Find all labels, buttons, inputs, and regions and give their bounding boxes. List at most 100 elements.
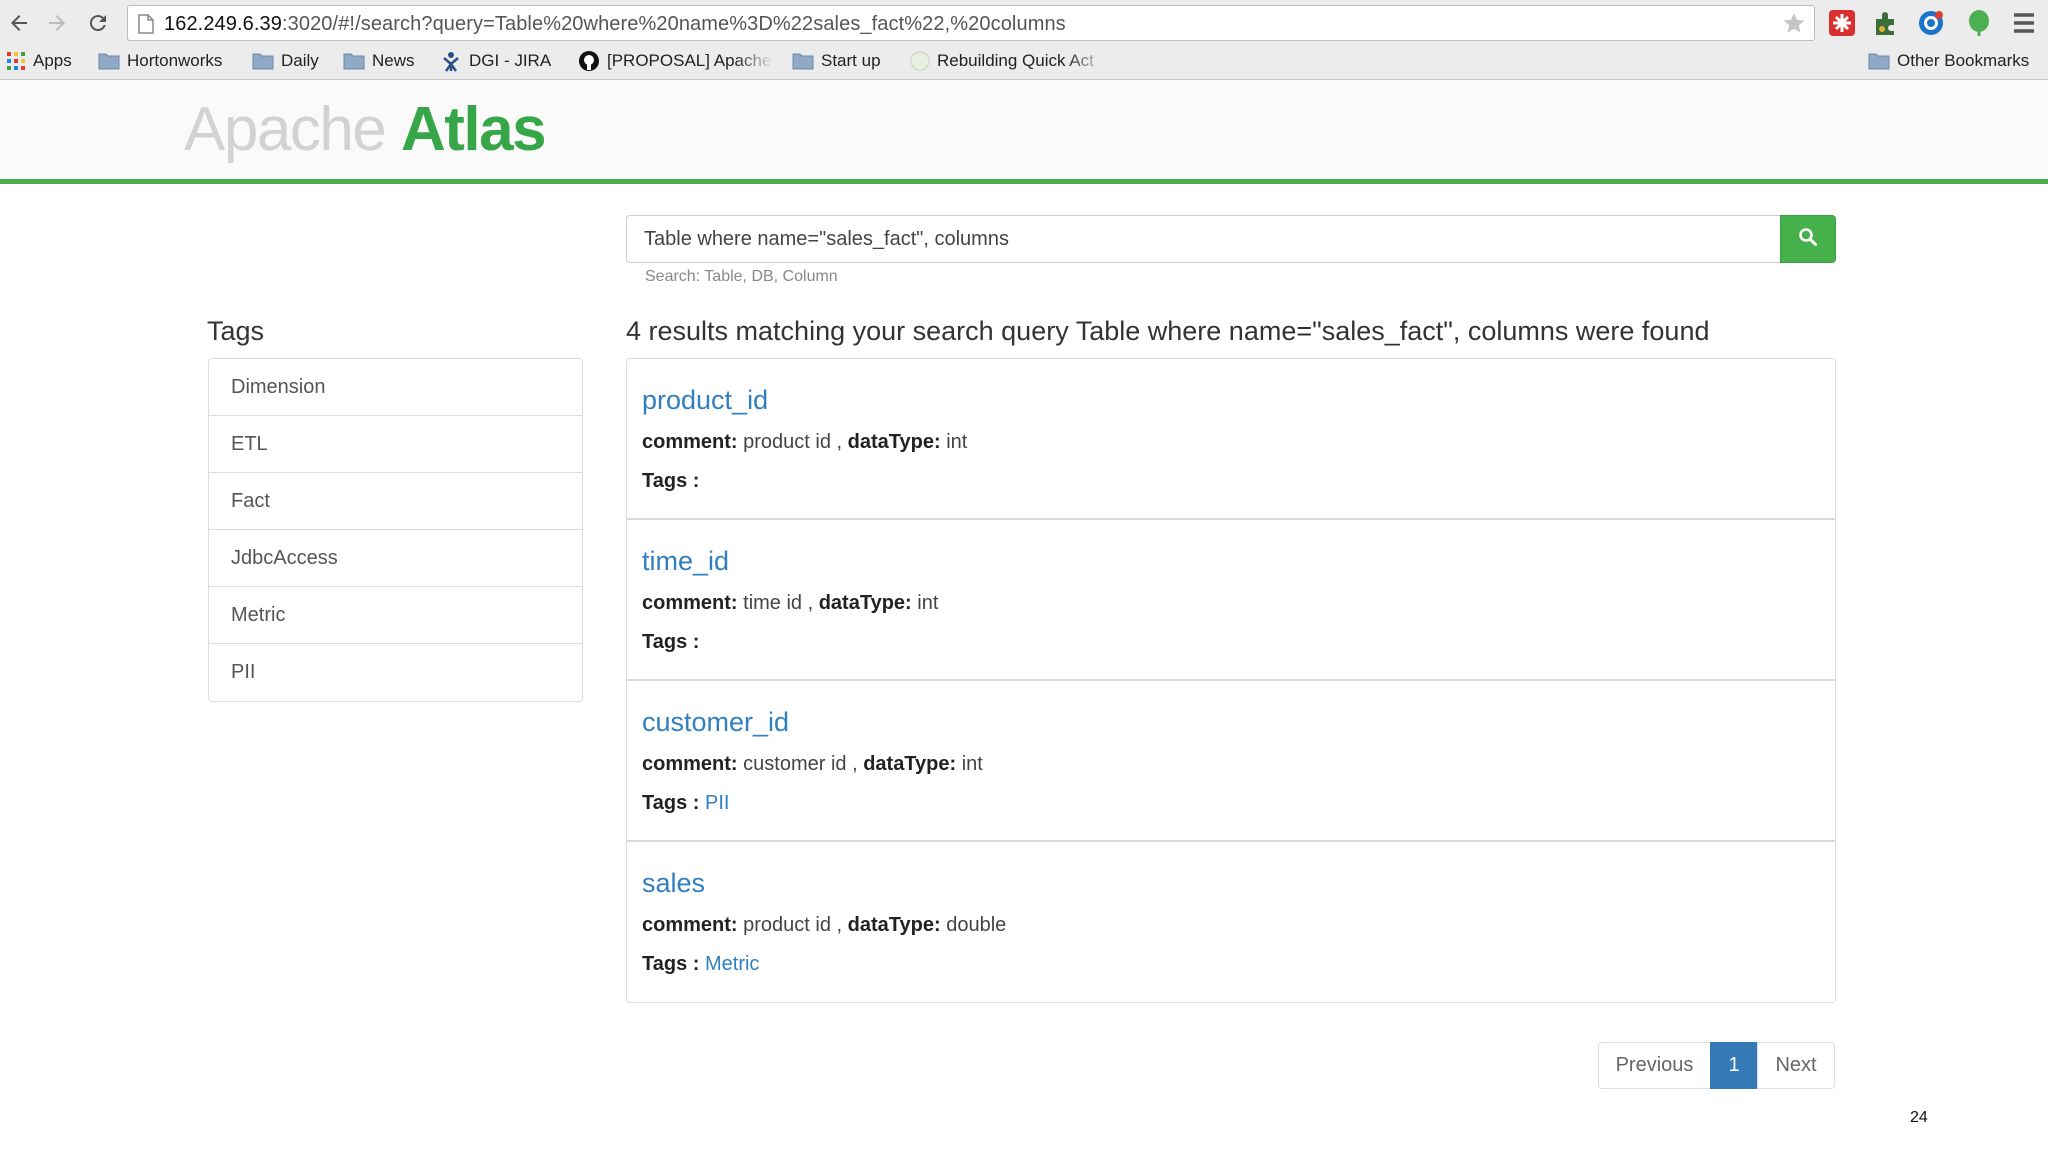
- bookmark-star-icon[interactable]: [1782, 11, 1806, 40]
- bookmark-daily[interactable]: Daily: [252, 48, 319, 74]
- previous-button[interactable]: Previous: [1598, 1042, 1711, 1089]
- page-1-button[interactable]: 1: [1710, 1042, 1758, 1089]
- datatype-label: dataType:: [818, 592, 912, 614]
- bookmark-label: Start up: [821, 51, 881, 70]
- tags-label: Tags :: [642, 470, 700, 492]
- datatype-value: int: [961, 753, 983, 775]
- tag-item-jdbcaccess[interactable]: JdbcAccess: [209, 530, 582, 587]
- tag-item-fact[interactable]: Fact: [209, 473, 582, 530]
- apps-grid-icon: [6, 51, 26, 71]
- comment-label: comment:: [642, 592, 738, 614]
- tag-item-dimension[interactable]: Dimension: [209, 359, 582, 416]
- bookmark-other-bookmarks[interactable]: Other Bookmarks: [1868, 48, 2029, 74]
- datatype-value: int: [917, 592, 939, 614]
- datatype-value: double: [946, 914, 1007, 936]
- result-item: customer_id comment: customer id , dataT…: [627, 681, 1835, 842]
- result-meta: comment: product id , dataType: int: [642, 431, 968, 453]
- bookmark-start-up[interactable]: Start up: [792, 48, 881, 74]
- results-summary: 4 results matching your search query Tab…: [626, 316, 1710, 346]
- comment-value: product id: [743, 914, 831, 936]
- address-bar[interactable]: 162.249.6.39:3020/#!/search?query=Table%…: [127, 5, 1815, 41]
- site-header: Apache Atlas: [0, 80, 2048, 184]
- result-meta: comment: time id , dataType: int: [642, 592, 939, 614]
- results-list: product_id comment: product id , dataTyp…: [626, 358, 1836, 1003]
- bookmark-label: [PROPOSAL] Apache: [607, 51, 772, 70]
- folder-icon: [343, 52, 365, 70]
- reload-icon[interactable]: [81, 6, 115, 40]
- bookmark-label: Rebuilding Quick Act: [937, 51, 1094, 70]
- bookmark-label: Daily: [281, 51, 319, 70]
- comment-label: comment:: [642, 914, 738, 936]
- back-arrow-icon[interactable]: [2, 6, 36, 40]
- apache-atlas-logo[interactable]: Apache Atlas: [184, 94, 547, 165]
- jira-icon: [440, 50, 462, 72]
- result-item: time_id comment: time id , dataType: int…: [627, 520, 1835, 681]
- logo-atlas-text: Atlas: [401, 95, 547, 164]
- bookmark-dgi-jira[interactable]: DGI - JIRA: [440, 48, 551, 74]
- folder-icon: [252, 52, 274, 70]
- result-name-link[interactable]: customer_id: [642, 707, 789, 738]
- result-item: product_id comment: product id , dataTyp…: [627, 359, 1835, 520]
- result-tags: Tags :: [642, 470, 699, 493]
- bookmarks-bar: Apps Hortonworks Daily News DGI - JIRA […: [0, 46, 2048, 76]
- result-tag-link[interactable]: PII: [705, 792, 729, 814]
- menu-icon[interactable]: [2008, 7, 2040, 39]
- search-hint: Search: Table, DB, Column: [645, 268, 838, 285]
- tags-label: Tags :: [642, 953, 700, 975]
- page-icon: [910, 51, 930, 71]
- result-tags: Tags : PII: [642, 792, 729, 815]
- extension-puzzle-icon[interactable]: [1870, 7, 1902, 39]
- comment-value: customer id: [743, 753, 847, 775]
- result-name-link[interactable]: time_id: [642, 546, 729, 577]
- search-input[interactable]: [626, 215, 1780, 263]
- bookmark-label: News: [372, 51, 415, 70]
- comment-label: comment:: [642, 753, 738, 775]
- browser-chrome: 162.249.6.39:3020/#!/search?query=Table%…: [0, 0, 2048, 80]
- search-button[interactable]: [1780, 215, 1836, 263]
- extension-green-icon[interactable]: [1963, 7, 1995, 39]
- result-tag-link[interactable]: Metric: [705, 953, 759, 975]
- comment-value: product id: [743, 431, 831, 453]
- page-icon: [138, 14, 154, 39]
- url-text: 162.249.6.39:3020/#!/search?query=Table%…: [164, 13, 1066, 36]
- tags-heading: Tags: [207, 316, 265, 346]
- tags-list: Dimension ETL Fact JdbcAccess Metric PII: [208, 358, 583, 702]
- comment-label: comment:: [642, 431, 738, 453]
- result-tags: Tags :: [642, 631, 699, 654]
- bookmark-news[interactable]: News: [343, 48, 415, 74]
- datatype-label: dataType:: [863, 753, 957, 775]
- extension-red-icon[interactable]: [1826, 7, 1858, 39]
- forward-arrow-icon[interactable]: [40, 6, 74, 40]
- comment-value: time id: [743, 592, 803, 614]
- extension-blue-icon[interactable]: [1915, 7, 1947, 39]
- tag-item-pii[interactable]: PII: [209, 644, 582, 701]
- bookmark-hortonworks[interactable]: Hortonworks: [98, 48, 222, 74]
- bookmark-proposal-apache[interactable]: [PROPOSAL] Apache: [578, 48, 774, 74]
- url-path: :3020/#!/search?query=Table%20where%20na…: [281, 13, 1066, 35]
- search-icon: [1798, 227, 1818, 252]
- datatype-label: dataType:: [847, 431, 941, 453]
- search-bar: [626, 215, 1836, 263]
- result-name-link[interactable]: product_id: [642, 385, 768, 416]
- bookmark-rebuilding-quick-act[interactable]: Rebuilding Quick Act: [910, 48, 1106, 74]
- folder-icon: [98, 52, 120, 70]
- slide-number: 24: [1910, 1109, 1928, 1126]
- result-meta: comment: product id , dataType: double: [642, 914, 1007, 936]
- result-meta: comment: customer id , dataType: int: [642, 753, 983, 775]
- folder-icon: [792, 52, 814, 70]
- github-icon: [578, 50, 600, 72]
- result-item: sales comment: product id , dataType: do…: [627, 842, 1835, 1002]
- tag-item-metric[interactable]: Metric: [209, 587, 582, 644]
- tags-label: Tags :: [642, 631, 700, 653]
- bookmark-apps[interactable]: Apps: [6, 48, 72, 74]
- next-button[interactable]: Next: [1757, 1042, 1835, 1089]
- datatype-label: dataType:: [847, 914, 941, 936]
- tag-item-etl[interactable]: ETL: [209, 416, 582, 473]
- bookmark-label: DGI - JIRA: [469, 51, 552, 70]
- folder-icon: [1868, 52, 1890, 70]
- tags-label: Tags :: [642, 792, 700, 814]
- result-name-link[interactable]: sales: [642, 868, 705, 899]
- logo-apache-text: Apache: [184, 95, 402, 164]
- bookmark-label: Apps: [33, 51, 72, 70]
- bookmark-label: Other Bookmarks: [1897, 51, 2030, 70]
